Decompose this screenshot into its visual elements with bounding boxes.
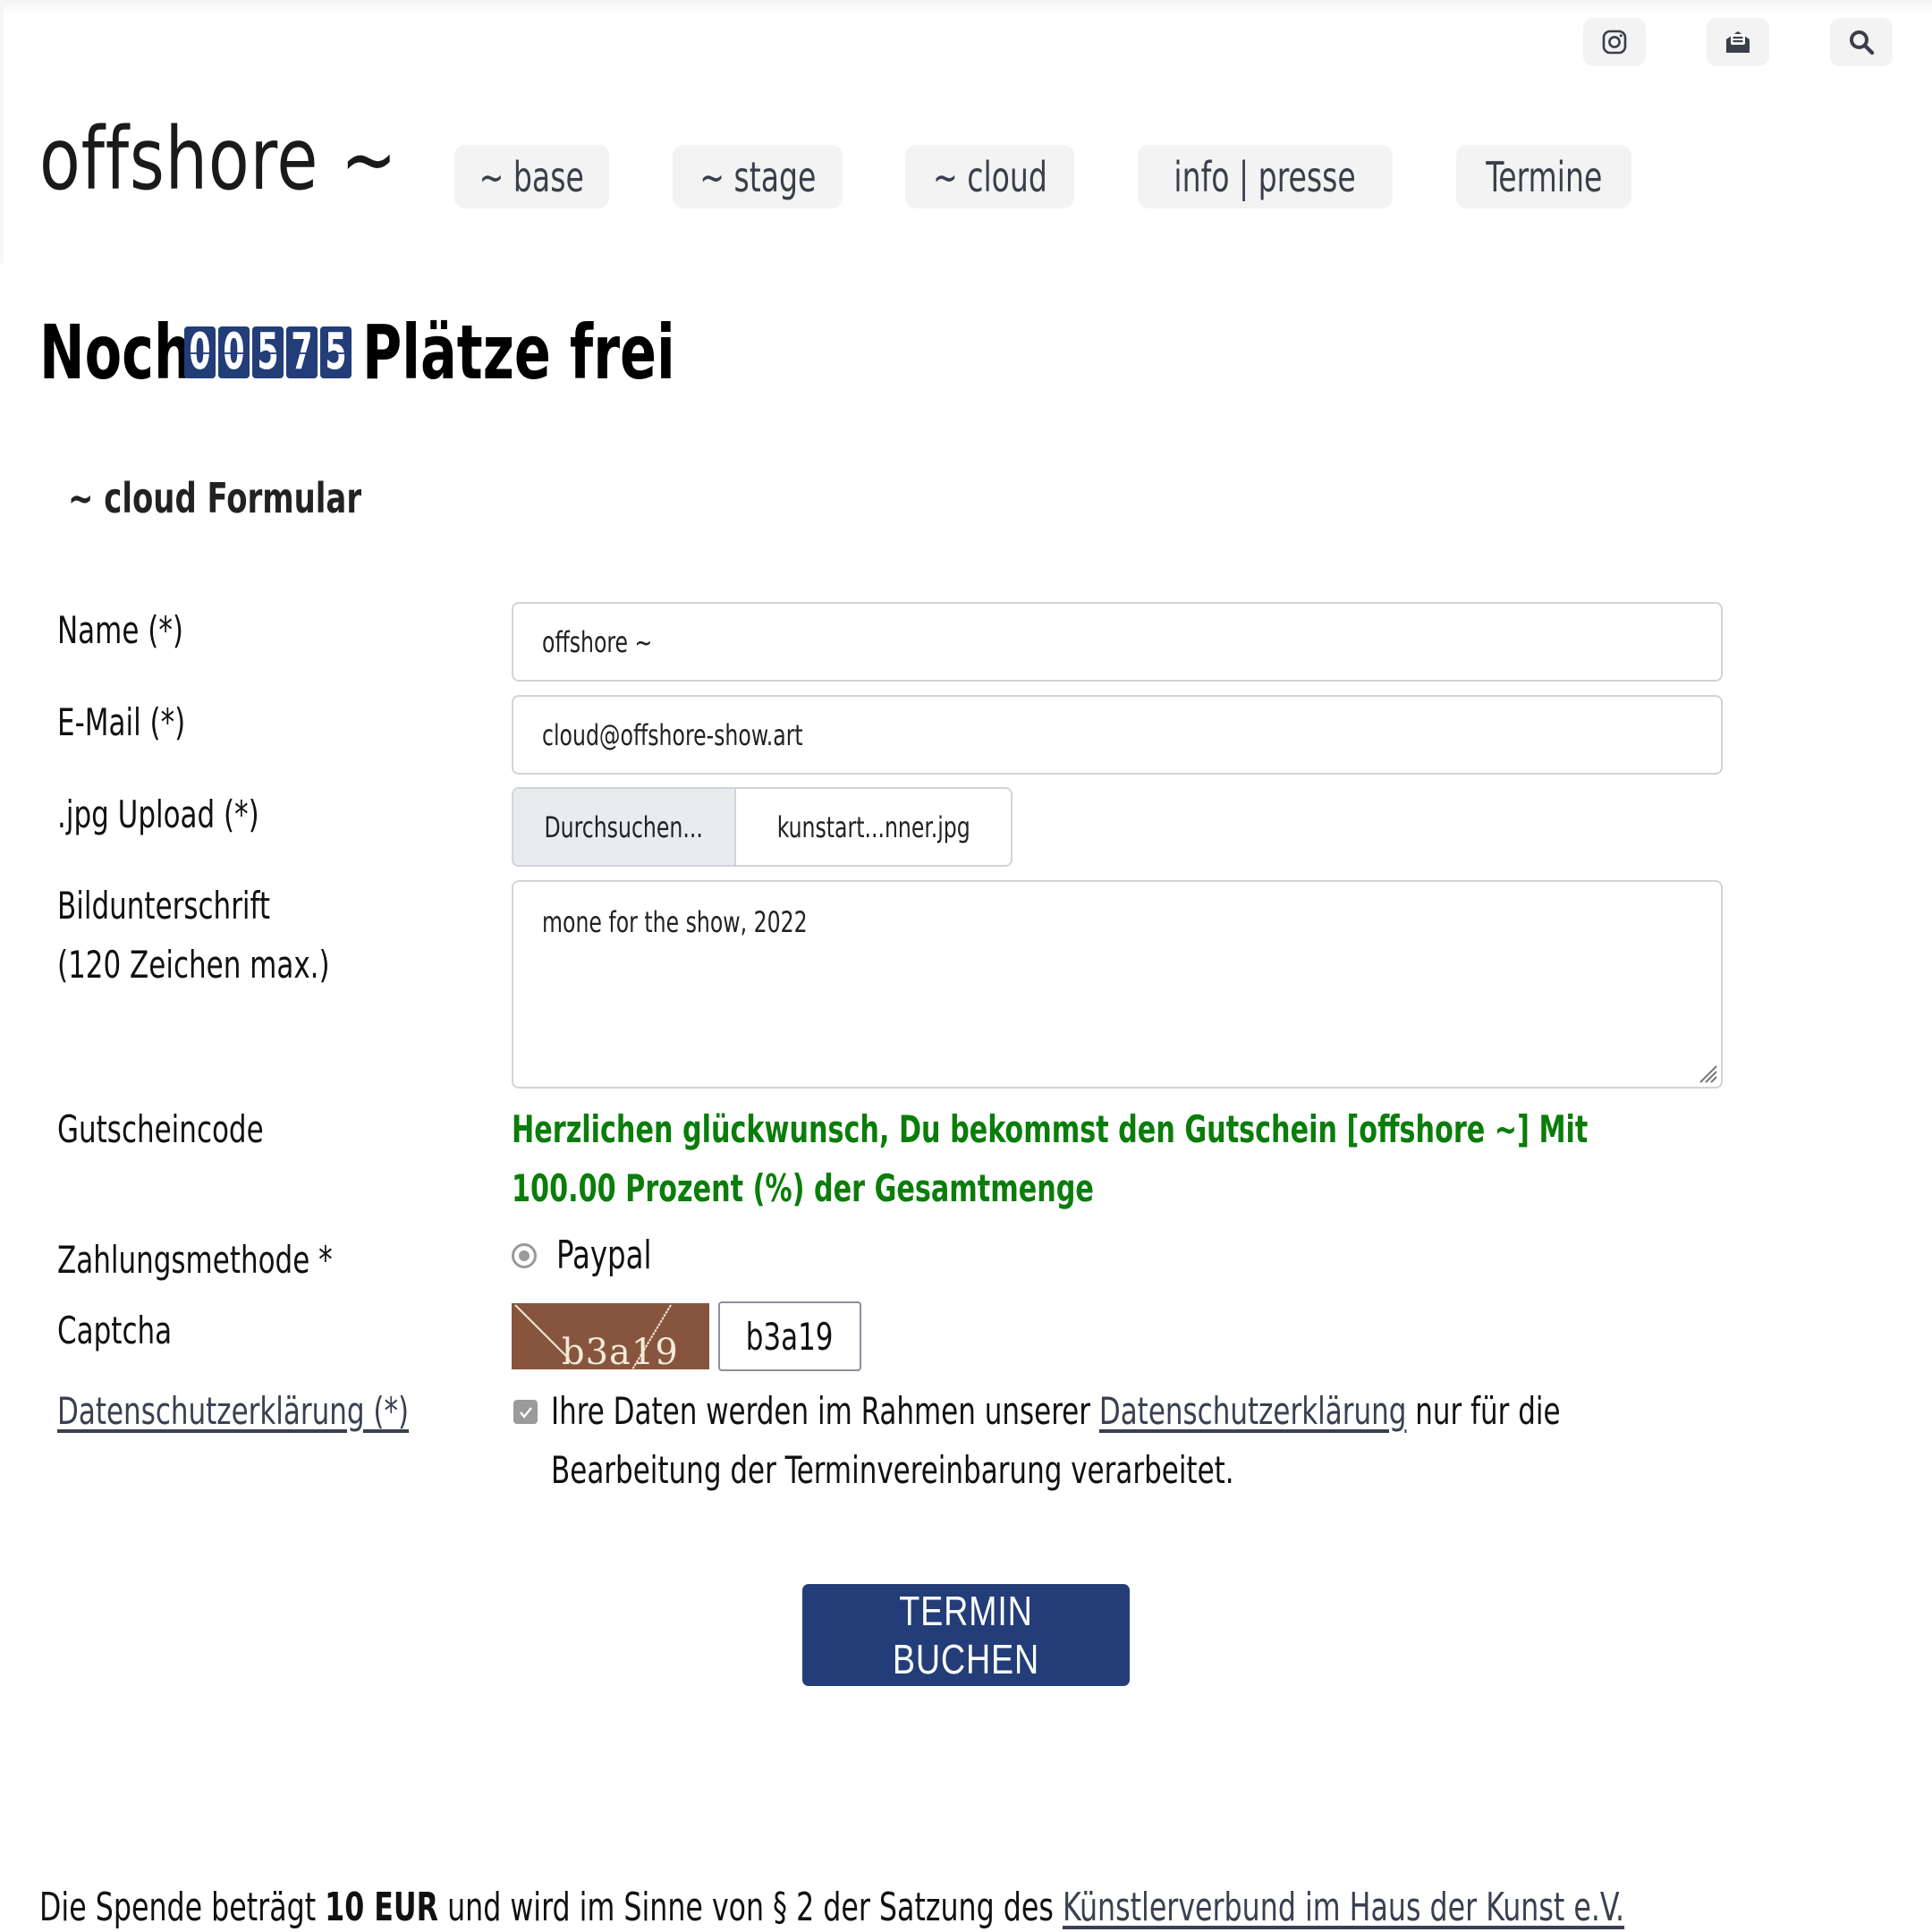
nav-base[interactable]: ~ base — [454, 145, 609, 208]
counter-digit: 7 — [286, 326, 318, 378]
nav-stage[interactable]: ~ stage — [673, 145, 843, 208]
captcha-image: b3a19 — [512, 1303, 709, 1369]
nav-cloud[interactable]: ~ cloud — [905, 145, 1074, 208]
voucher-success-message: Herzlichen glückwunsch, Du bekommst den … — [512, 1107, 1589, 1210]
file-upload[interactable]: Durchsuchen... kunstart...nner.jpg — [512, 787, 1013, 867]
caption-limit-label: (120 Zeichen max.) — [57, 943, 330, 987]
paypal-radio[interactable] — [512, 1242, 537, 1268]
checkmark-icon — [519, 1406, 532, 1419]
instagram-icon — [1602, 30, 1627, 55]
form-title: ~ cloud Formular — [68, 474, 362, 522]
counter-digit: 0 — [218, 326, 250, 378]
email-input[interactable]: cloud@offshore-show.art — [512, 695, 1723, 775]
top-icon-bar — [1583, 18, 1893, 66]
browse-button[interactable]: Durchsuchen... — [513, 789, 736, 865]
donation-note: Die Spende beträgt 10 EUR und wird im Si… — [39, 1885, 1625, 1930]
captcha-input[interactable]: b3a19 — [718, 1301, 861, 1371]
counter-digit: 5 — [252, 326, 284, 378]
nav-termine[interactable]: Termine — [1456, 145, 1631, 208]
payment-option-paypal[interactable]: Paypal — [512, 1233, 673, 1278]
search-button[interactable] — [1830, 18, 1893, 66]
envelope-open-text-icon — [1726, 31, 1750, 53]
site-logo[interactable]: offshore ~ — [39, 116, 397, 202]
name-input[interactable]: offshore ~ — [512, 602, 1723, 682]
privacy-checkbox[interactable] — [513, 1400, 538, 1424]
availability-title: Noch 0 0 5 7 5 Plätze frei — [39, 315, 753, 390]
payment-label: Zahlungsmethode * — [57, 1238, 333, 1282]
upload-filename: kunstart...nner.jpg — [776, 809, 970, 844]
caption-label: Bildunterschrift — [57, 884, 270, 928]
instagram-button[interactable] — [1583, 18, 1646, 66]
search-icon — [1850, 30, 1875, 55]
caption-textarea[interactable]: mone for the show, 2022 — [512, 880, 1723, 1089]
name-label: Name (*) — [57, 608, 183, 652]
counter-digit: 5 — [320, 326, 352, 378]
privacy-consent-text: Ihre Daten werden im Rahmen unserer Date… — [551, 1389, 1561, 1492]
nav-info-presse[interactable]: info | presse — [1138, 145, 1393, 208]
upload-label: .jpg Upload (*) — [57, 792, 259, 836]
captcha-label: Captcha — [57, 1309, 173, 1352]
voucher-label: Gutscheincode — [57, 1107, 264, 1151]
privacy-policy-link[interactable]: Datenschutzerklärung — [1099, 1389, 1407, 1433]
privacy-label-link[interactable]: Datenschutzerklärung (*) — [57, 1382, 486, 1441]
newsletter-button[interactable] — [1707, 18, 1769, 66]
counter-digit: 0 — [184, 326, 216, 378]
seat-counter: 0 0 5 7 5 — [184, 326, 352, 378]
book-appointment-button[interactable]: TERMIN BUCHEN — [802, 1584, 1130, 1686]
kuenstlerverbund-link[interactable]: Künstlerverbund im Haus der Kunst e.V. — [1063, 1885, 1624, 1930]
availability-prefix: Noch — [39, 309, 193, 396]
resize-handle-icon[interactable] — [1697, 1063, 1718, 1084]
availability-suffix: Plätze frei — [362, 309, 675, 396]
email-label: E-Mail (*) — [57, 700, 186, 744]
